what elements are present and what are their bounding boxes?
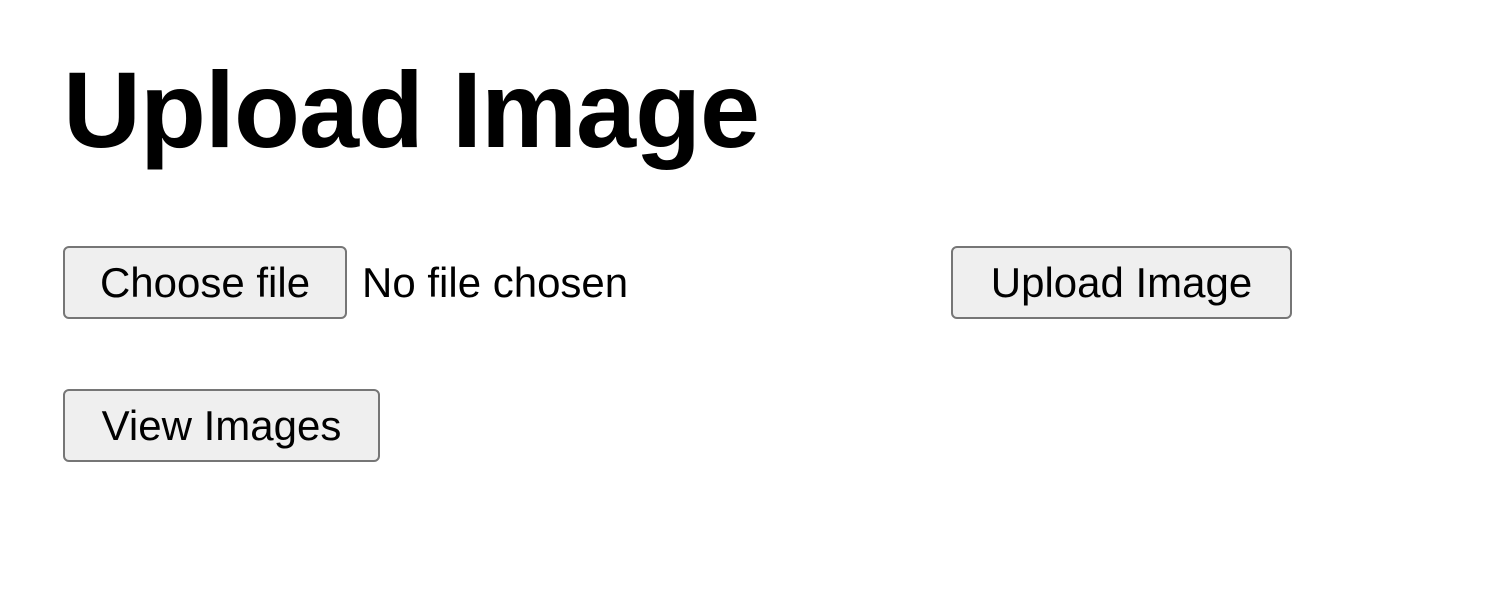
choose-file-button[interactable]: Choose file	[63, 246, 347, 319]
upload-image-button[interactable]: Upload Image	[951, 246, 1292, 319]
file-status-text: No file chosen	[362, 258, 629, 306]
view-images-button[interactable]: View Images	[63, 389, 380, 462]
page-title: Upload Image	[63, 49, 760, 170]
